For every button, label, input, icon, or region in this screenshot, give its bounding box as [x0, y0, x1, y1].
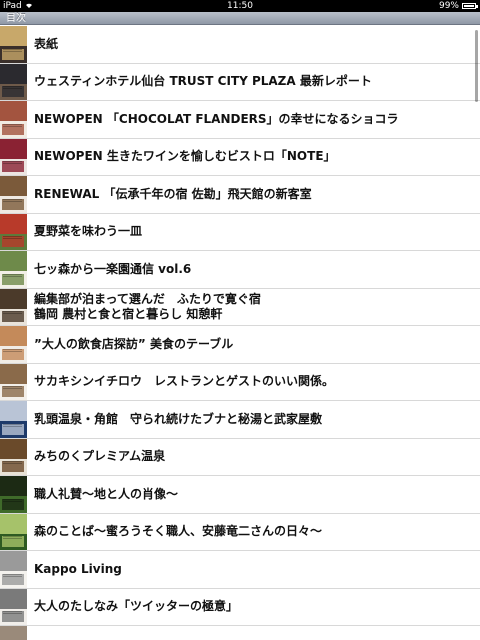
toc-item-label: 職人礼賛～地と人の肖像～: [34, 486, 179, 501]
article-thumbnail: [0, 401, 27, 438]
toc-list-item[interactable]: …: [0, 626, 480, 640]
table-of-contents-list[interactable]: 表紙ウェスティンホテル仙台 TRUST CITY PLAZA 最新レポート NEW…: [0, 26, 480, 640]
article-thumbnail: [0, 626, 27, 640]
toc-list-item[interactable]: 乳頭温泉・角館 守られ続けたブナと秘湯と武家屋敷: [0, 401, 480, 439]
toc-item-label: みちのくプレミアム温泉: [34, 449, 166, 464]
article-thumbnail: [0, 588, 27, 625]
article-thumbnail: [0, 476, 27, 513]
toc-item-label: 表紙: [34, 36, 59, 51]
article-thumbnail: [0, 363, 27, 400]
toc-list-item[interactable]: 夏野菜を味わう一皿: [0, 213, 480, 251]
toc-item-label: NEWOPEN 「CHOCOLAT FLANDERS」の幸せになるショコラ: [34, 111, 399, 126]
battery-icon: [462, 3, 478, 9]
toc-item-label: Kappo Living: [34, 561, 122, 576]
toc-list-item[interactable]: ウェスティンホテル仙台 TRUST CITY PLAZA 最新レポート: [0, 63, 480, 101]
toc-list-item[interactable]: RENEWAL 「伝承千年の宿 佐勘」飛天館の新客室: [0, 176, 480, 214]
battery-status: 99%: [438, 0, 478, 12]
toc-list-item[interactable]: 職人礼賛～地と人の肖像～: [0, 476, 480, 514]
toc-list-item[interactable]: ”大人の飲食店探訪” 美食のテーブル: [0, 326, 480, 364]
toc-item-label: 乳頭温泉・角館 守られ続けたブナと秘湯と武家屋敷: [34, 411, 323, 426]
toc-item-label: ウェスティンホテル仙台 TRUST CITY PLAZA 最新レポート: [34, 74, 372, 89]
toc-item-label: サカキシンイチロウ レストランとゲストのいい関係。: [34, 374, 335, 389]
toc-list-item[interactable]: 大人のたしなみ「ツイッターの極意」: [0, 588, 480, 626]
article-thumbnail: [0, 63, 27, 100]
toc-list-item[interactable]: 編集部が泊まって選んだ ふたりで寛ぐ宿 鶴岡 農村と食と宿と暮らし 知憩軒: [0, 288, 480, 326]
toc-item-label: 七ッ森から一楽園通信 vol.6: [34, 261, 192, 276]
toc-list-item[interactable]: Kappo Living: [0, 551, 480, 589]
article-thumbnail: [0, 251, 27, 288]
toc-item-label: RENEWAL 「伝承千年の宿 佐勘」飛天館の新客室: [34, 186, 312, 201]
navigation-bar: 目次: [0, 12, 480, 25]
article-thumbnail: [0, 326, 27, 363]
toc-item-label: NEWOPEN 生きたワインを愉しむビストロ「NOTE」: [34, 149, 336, 164]
article-thumbnail: [0, 513, 27, 550]
toc-list-item[interactable]: サカキシンイチロウ レストランとゲストのいい関係。: [0, 363, 480, 401]
scroll-indicator: [475, 30, 478, 102]
battery-percent: 99%: [438, 1, 459, 11]
article-thumbnail: [0, 288, 27, 325]
article-thumbnail: [0, 26, 27, 63]
article-thumbnail: [0, 438, 27, 475]
toc-item-label: 大人のたしなみ「ツイッターの極意」: [34, 599, 239, 614]
toc-item-label: 編集部が泊まって選んだ ふたりで寛ぐ宿 鶴岡 農村と食と宿と暮らし 知憩軒: [34, 291, 261, 321]
page-title: 目次: [6, 13, 26, 24]
status-bar: iPad 11:50 99%: [0, 0, 480, 12]
toc-item-label: ”大人の飲食店探訪” 美食のテーブル: [34, 336, 234, 351]
toc-list-item[interactable]: NEWOPEN 生きたワインを愉しむビストロ「NOTE」: [0, 138, 480, 176]
toc-item-label: 森のことば～蜜ろうそく職人、安藤竜二さんの日々～: [34, 524, 323, 539]
article-thumbnail: [0, 138, 27, 175]
toc-list-item[interactable]: みちのくプレミアム温泉: [0, 438, 480, 476]
toc-list-item[interactable]: NEWOPEN 「CHOCOLAT FLANDERS」の幸せになるショコラ: [0, 101, 480, 139]
toc-list-item[interactable]: 七ッ森から一楽園通信 vol.6: [0, 251, 480, 289]
toc-list-item[interactable]: 表紙: [0, 26, 480, 64]
article-thumbnail: [0, 213, 27, 250]
toc-list-item[interactable]: 森のことば～蜜ろうそく職人、安藤竜二さんの日々～: [0, 513, 480, 551]
status-time: 11:50: [227, 1, 253, 11]
article-thumbnail: [0, 101, 27, 138]
article-thumbnail: [0, 551, 27, 588]
article-thumbnail: [0, 176, 27, 213]
toc-item-label: 夏野菜を味わう一皿: [34, 224, 143, 239]
